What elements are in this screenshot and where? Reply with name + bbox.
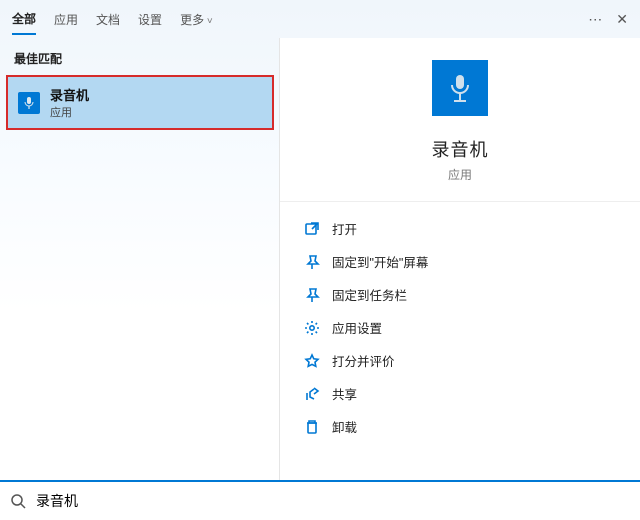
tab-all[interactable]: 全部 [12, 4, 36, 35]
action-label: 共享 [332, 384, 357, 403]
star-icon [304, 353, 320, 369]
detail-subtitle: 应用 [448, 166, 472, 183]
action-label: 固定到任务栏 [332, 285, 407, 304]
tab-docs[interactable]: 文档 [96, 5, 120, 34]
close-button[interactable]: ✕ [616, 11, 628, 28]
pin-icon [304, 254, 320, 270]
result-subtitle: 应用 [50, 104, 89, 120]
action-app-settings[interactable]: 应用设置 [284, 311, 636, 344]
share-icon [304, 386, 320, 402]
detail-title: 录音机 [432, 136, 489, 162]
result-title: 录音机 [50, 85, 89, 104]
open-icon [304, 221, 320, 237]
action-pin-start[interactable]: 固定到"开始"屏幕 [284, 245, 636, 278]
action-rate[interactable]: 打分并评价 [284, 344, 636, 377]
result-voice-recorder[interactable]: 录音机 应用 [6, 75, 274, 130]
trash-icon [304, 419, 320, 435]
action-share[interactable]: 共享 [284, 377, 636, 410]
action-list: 打开 固定到"开始"屏幕 固定到任务栏 应用设置 [280, 202, 640, 453]
best-match-header: 最佳匹配 [0, 44, 280, 73]
search-input[interactable] [34, 492, 630, 510]
more-options-button[interactable]: ⋯ [588, 11, 602, 28]
pin-icon [304, 287, 320, 303]
action-open[interactable]: 打开 [284, 212, 636, 245]
gear-icon [304, 320, 320, 336]
action-label: 应用设置 [332, 318, 382, 337]
search-bar[interactable] [0, 480, 640, 520]
search-icon [10, 493, 26, 509]
filter-tabs: 全部 应用 文档 设置 更多 ⋯ ✕ [0, 0, 640, 38]
action-label: 打开 [332, 219, 357, 238]
action-label: 固定到"开始"屏幕 [332, 252, 428, 271]
voice-recorder-icon [18, 92, 40, 114]
detail-pane: 录音机 应用 打开 固定到"开始"屏幕 固定到任务栏 [280, 38, 640, 480]
tab-more[interactable]: 更多 [180, 5, 213, 34]
tab-apps[interactable]: 应用 [54, 5, 78, 34]
action-uninstall[interactable]: 卸载 [284, 410, 636, 443]
action-label: 卸载 [332, 417, 357, 436]
tab-settings[interactable]: 设置 [138, 5, 162, 34]
voice-recorder-icon [432, 60, 488, 116]
action-label: 打分并评价 [332, 351, 395, 370]
action-pin-taskbar[interactable]: 固定到任务栏 [284, 278, 636, 311]
results-pane: 最佳匹配 录音机 应用 [0, 38, 280, 480]
